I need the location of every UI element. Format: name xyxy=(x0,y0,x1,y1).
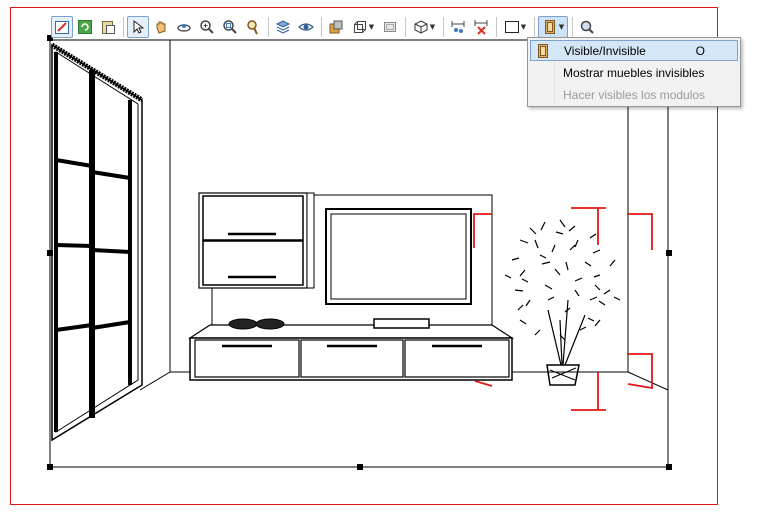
sliding-door xyxy=(50,42,144,442)
chevron-down-icon: ▼ xyxy=(520,22,527,31)
chevron-down-icon: ▼ xyxy=(368,22,375,31)
orbit-button[interactable] xyxy=(173,16,195,38)
visibility-button[interactable] xyxy=(295,16,317,38)
search-icon xyxy=(580,20,594,34)
frame-dropdown[interactable]: ▼ xyxy=(500,16,530,38)
render-button[interactable] xyxy=(325,16,347,38)
edit-icon xyxy=(55,21,69,34)
cube-wire-icon xyxy=(353,21,366,33)
toolbar-separator xyxy=(405,17,406,37)
wall-cabinet xyxy=(198,192,315,289)
zoom-in-icon xyxy=(200,20,214,34)
view-3d-dropdown[interactable]: ▼ xyxy=(348,16,378,38)
layers-button[interactable] xyxy=(272,16,294,38)
toolbar-separator xyxy=(534,17,535,37)
search-parts-button[interactable] xyxy=(576,16,598,38)
plan-view-button[interactable] xyxy=(379,16,401,38)
visibility-menu: Visible/Invisible O Mostrar muebles invi… xyxy=(527,37,741,107)
zoom-window-icon xyxy=(223,20,237,34)
menu-item-visible-invisible[interactable]: Visible/Invisible O xyxy=(530,40,738,61)
solid-view-dropdown[interactable]: ▼ xyxy=(409,16,439,38)
refresh-icon xyxy=(78,20,92,34)
menu-item-label: Mostrar muebles invisibles xyxy=(563,65,705,80)
clipboard-icon xyxy=(102,21,115,34)
pan-button[interactable] xyxy=(150,16,172,38)
toolbar-separator xyxy=(572,17,573,37)
door-icon xyxy=(538,44,548,58)
zoom-extents-icon xyxy=(247,20,258,35)
menu-item-shortcut: O xyxy=(695,43,705,58)
dimensions-button[interactable] xyxy=(447,16,469,38)
dimensions-icon xyxy=(451,21,465,33)
zoom-in-button[interactable] xyxy=(196,16,218,38)
edit-properties-button[interactable] xyxy=(51,16,73,38)
toolbar-separator xyxy=(123,17,124,37)
refresh-button[interactable] xyxy=(74,16,96,38)
delete-dimensions-button[interactable] xyxy=(470,16,492,38)
television xyxy=(325,208,472,305)
layers-icon xyxy=(275,20,291,34)
toolbar-separator xyxy=(496,17,497,37)
delete-dimensions-icon xyxy=(474,20,488,35)
toolbar-separator xyxy=(321,17,322,37)
menu-item-label: Hacer visibles los modulos xyxy=(563,87,706,102)
cursor-icon xyxy=(133,19,145,34)
chevron-down-icon: ▼ xyxy=(558,22,565,31)
plan-view-icon xyxy=(384,22,396,32)
zoom-extents-button[interactable] xyxy=(242,16,264,38)
cube-icon xyxy=(414,20,428,34)
menu-item-show-invisible-furniture[interactable]: Mostrar muebles invisibles xyxy=(530,62,738,83)
main-toolbar: ▼ ▼ ▼ ▼ xyxy=(51,14,599,40)
render-icon xyxy=(329,20,343,34)
module-visibility-dropdown[interactable]: ▼ xyxy=(538,16,568,38)
tv-unit xyxy=(187,318,515,381)
door-icon xyxy=(544,20,555,34)
orbit-icon xyxy=(177,24,191,32)
hand-icon xyxy=(156,21,166,34)
menu-item-make-modules-visible[interactable]: Hacer visibles los modulos xyxy=(530,84,738,105)
toolbar-separator xyxy=(268,17,269,37)
select-button[interactable] xyxy=(127,16,149,38)
chevron-down-icon: ▼ xyxy=(429,22,436,31)
eye-icon xyxy=(298,23,314,31)
frame-icon xyxy=(504,21,519,33)
potted-plant xyxy=(504,219,621,386)
zoom-window-button[interactable] xyxy=(219,16,241,38)
toolbar-separator xyxy=(443,17,444,37)
clipboard-button[interactable] xyxy=(97,16,119,38)
menu-item-label: Visible/Invisible xyxy=(564,43,646,58)
